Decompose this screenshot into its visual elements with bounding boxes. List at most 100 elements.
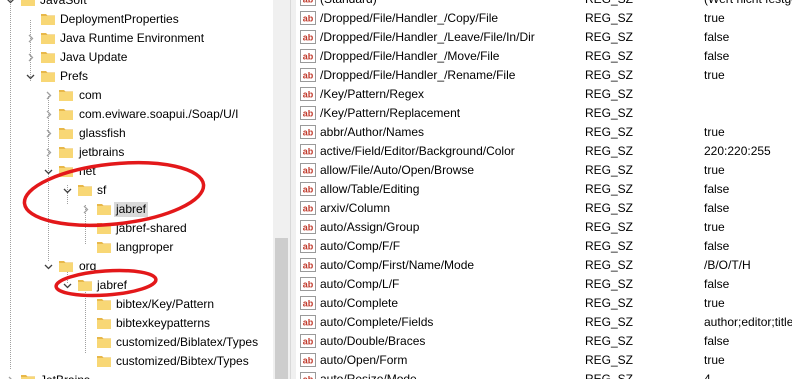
svg-text:ab: ab [303, 109, 314, 119]
tree-item[interactable]: jabref [0, 276, 273, 295]
value-row[interactable]: ab/Dropped/File/Handler_/Leave/File/In/D… [296, 28, 792, 47]
value-row[interactable]: ab/Dropped/File/Handler_/Move/File REG_SZ… [296, 47, 792, 66]
value-type: REG_SZ [585, 353, 634, 367]
value-row[interactable]: ab active/Field/Editor/Background/Color RE… [296, 142, 792, 161]
svg-text:ab: ab [303, 0, 314, 5]
chevron-down-icon[interactable] [63, 281, 72, 290]
chevron-right-icon[interactable] [44, 129, 53, 138]
tree-item[interactable]: com.eviware.soapui./Soap/U/I [0, 105, 273, 124]
tree-scrollbar-thumb[interactable] [275, 238, 288, 379]
tree-item[interactable]: sf [0, 181, 273, 200]
value-data: false [704, 49, 730, 63]
value-row[interactable]: ab auto/Resize/Mode REG_SZ 4 [296, 370, 792, 379]
value-data: true [704, 11, 725, 25]
tree-item[interactable]: Java Runtime Environment [0, 29, 273, 48]
tree-item[interactable]: JetBrains [0, 371, 273, 379]
folder-icon [40, 68, 56, 84]
value-row[interactable]: ab/Key/Pattern/Regex REG_SZ [296, 85, 792, 104]
value-type: REG_SZ [585, 11, 634, 25]
folder-icon [77, 182, 93, 198]
chevron-down-icon[interactable] [6, 0, 15, 5]
chevron-down-icon[interactable] [26, 72, 35, 81]
value-data: true [704, 220, 725, 234]
folder-icon [58, 144, 74, 160]
chevron-right-icon[interactable] [44, 110, 53, 119]
value-row[interactable]: ab auto/Comp/F/F REG_SZ false [296, 237, 792, 256]
chevron-right-icon[interactable] [81, 205, 90, 214]
tree-item[interactable]: DeploymentProperties [0, 10, 273, 29]
value-name: allow/File/Auto/Open/Browse [320, 163, 475, 177]
tree-item[interactable]: glassfish [0, 124, 273, 143]
string-value-icon: ab [300, 124, 316, 140]
value-row[interactable]: ab allow/Table/Editing REG_SZ false [296, 180, 792, 199]
chevron-right-icon[interactable] [26, 53, 35, 62]
tree-item[interactable]: com [0, 86, 273, 105]
value-row[interactable]: ab auto/Complete REG_SZ true [296, 294, 792, 313]
value-row[interactable]: ab (Standard) REG_SZ (Wert nicht festgelegt… [296, 0, 792, 9]
value-row[interactable]: ab auto/Comp/L/F REG_SZ false [296, 275, 792, 294]
tree-item[interactable]: bibtexkeypatterns [0, 314, 273, 333]
tree-scrollbar[interactable] [273, 0, 290, 379]
chevron-right-icon[interactable] [44, 148, 53, 157]
value-row[interactable]: ab allow/File/Auto/Open/Browse REG_SZ true [296, 161, 792, 180]
svg-text:ab: ab [303, 337, 314, 347]
value-row[interactable]: ab arxiv/Column REG_SZ false [296, 199, 792, 218]
tree-item[interactable]: Prefs [0, 67, 273, 86]
value-row[interactable]: ab auto/Complete/Fields REG_SZ author;edito… [296, 313, 792, 332]
string-value-icon: ab [300, 314, 316, 330]
svg-text:ab: ab [303, 280, 314, 290]
tree-item[interactable]: customized/Bibtex/Types [0, 352, 273, 371]
value-row[interactable]: ab/Dropped/File/Handler_/Copy/File REG_SZ… [296, 9, 792, 28]
tree-item[interactable]: JavaSoft [0, 0, 273, 10]
value-name: auto/Double/Braces [320, 334, 426, 348]
value-row[interactable]: ab auto/Open/Form REG_SZ true [296, 351, 792, 370]
value-row[interactable]: ab auto/Double/Braces REG_SZ false [296, 332, 792, 351]
value-type: REG_SZ [585, 201, 634, 215]
string-value-icon: ab [300, 162, 316, 178]
string-value-icon: ab [300, 48, 316, 64]
string-value-icon: ab [300, 371, 316, 379]
value-row[interactable]: ab/Key/Pattern/Replacement REG_SZ [296, 104, 792, 123]
tree-item-label: jabref-shared [116, 221, 187, 235]
value-data: true [704, 125, 725, 139]
string-value-icon: ab [300, 86, 316, 102]
chevron-down-icon[interactable] [44, 262, 53, 271]
value-type: REG_SZ [585, 220, 634, 234]
chevron-right-icon[interactable] [44, 91, 53, 100]
value-name: auto/Resize/Mode [320, 372, 417, 379]
value-row[interactable]: ab/Dropped/File/Handler_/Rename/File REG_… [296, 66, 792, 85]
registry-values-list[interactable]: ab (Standard) REG_SZ (Wert nicht festgelegt… [296, 0, 792, 379]
folder-icon [77, 277, 93, 293]
folder-icon [58, 106, 74, 122]
tree-item[interactable]: Java Update [0, 48, 273, 67]
tree-item[interactable]: jabref-shared [0, 219, 273, 238]
value-row[interactable]: ab auto/Assign/Group REG_SZ true [296, 218, 792, 237]
value-type: REG_SZ [585, 334, 634, 348]
value-name: auto/Comp/L/F [320, 277, 400, 291]
string-value-icon: ab [300, 276, 316, 292]
folder-icon [40, 11, 56, 27]
svg-text:ab: ab [303, 204, 314, 214]
tree-item[interactable]: bibtex/Key/Pattern [0, 295, 273, 314]
string-value-icon: ab [300, 295, 316, 311]
tree-item[interactable]: customized/Biblatex/Types [0, 333, 273, 352]
chevron-right-icon[interactable] [26, 34, 35, 43]
value-name: arxiv/Column [320, 201, 391, 215]
tree-item-label: jetbrains [79, 145, 125, 159]
tree-item-label: jabref [114, 202, 149, 217]
tree-item[interactable]: jabref [0, 200, 273, 219]
value-type: REG_SZ [585, 315, 634, 329]
tree-item[interactable]: org [0, 257, 273, 276]
value-row[interactable]: ab abbr/Author/Names REG_SZ true [296, 123, 792, 142]
tree-item[interactable]: langproper [0, 238, 273, 257]
svg-text:ab: ab [303, 185, 314, 195]
value-data: 4 [704, 372, 711, 379]
tree-item[interactable]: jetbrains [0, 143, 273, 162]
registry-key-tree[interactable]: JavaSoft DeploymentProperties Java Runtime… [0, 0, 273, 379]
value-name: auto/Complete [320, 296, 399, 310]
value-row[interactable]: ab auto/Comp/First/Name/Mode REG_SZ/B/O/T/… [296, 256, 792, 275]
value-data: author;editor;title;journal;publisher;ke… [704, 315, 792, 329]
chevron-down-icon[interactable] [44, 167, 53, 176]
chevron-down-icon[interactable] [63, 186, 72, 195]
tree-item[interactable]: net [0, 162, 273, 181]
